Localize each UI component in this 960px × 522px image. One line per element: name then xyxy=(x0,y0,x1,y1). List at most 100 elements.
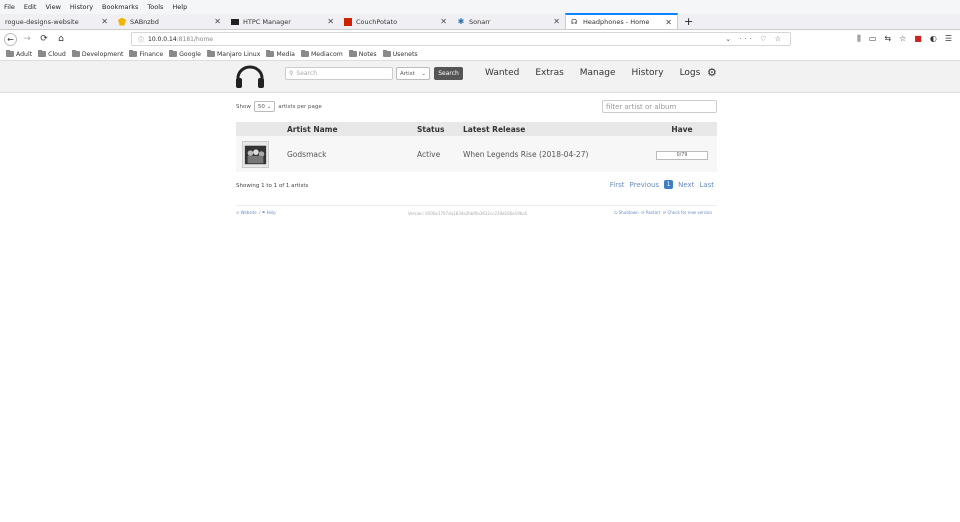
bookmark-folder[interactable]: Usenets xyxy=(382,50,418,58)
browser-tab-active[interactable]: ☊ Headphones - Home ✕ xyxy=(565,13,678,29)
pager-first[interactable]: First xyxy=(610,181,625,189)
sync-icon[interactable]: ⇆ xyxy=(884,34,891,44)
browser-tab[interactable]: CouchPotato ✕ xyxy=(339,14,452,29)
menu-history[interactable]: History xyxy=(70,3,93,11)
pager-previous[interactable]: Previous xyxy=(630,181,660,189)
menu-help[interactable]: Help xyxy=(172,3,187,11)
bookmark-folder[interactable]: Cloud xyxy=(38,50,66,58)
pagination: First Previous 1 Next Last xyxy=(605,180,714,189)
menu-view[interactable]: View xyxy=(45,3,60,11)
headphones-icon: ☊ xyxy=(571,18,578,26)
folder-icon xyxy=(206,50,215,57)
nav-manage[interactable]: Manage xyxy=(580,68,616,78)
restart-link[interactable]: ⟳ Restart xyxy=(640,210,660,215)
have-cell: 0/79 xyxy=(647,136,717,172)
help-link[interactable]: / ⚑ Help xyxy=(258,210,276,215)
home-icon[interactable]: ⌂ xyxy=(54,34,68,44)
bookmark-folder[interactable]: Media xyxy=(266,50,295,58)
bookmark-folder[interactable]: Finance xyxy=(129,50,163,58)
bookmark-folder[interactable]: Development xyxy=(71,50,123,58)
browser-tab[interactable]: rogue-designs-website ✕ xyxy=(0,14,113,29)
reload-icon[interactable]: ⟳ xyxy=(37,34,51,44)
bookmark-folder[interactable]: Adult xyxy=(6,50,32,58)
sidebar-icon[interactable]: ▭ xyxy=(869,34,877,44)
info-icon[interactable]: ⓘ xyxy=(138,35,144,44)
menu-icon[interactable]: ☰ xyxy=(945,34,952,44)
album-art[interactable] xyxy=(242,140,269,168)
check-version-link[interactable]: ⟳ Check for new version xyxy=(662,210,712,215)
show-label: Show xyxy=(236,103,251,110)
new-tab-icon[interactable]: + xyxy=(678,14,699,29)
pager-next[interactable]: Next xyxy=(678,181,694,189)
bookmark-folder[interactable]: Google xyxy=(169,50,201,58)
check-version-label: Check for new version xyxy=(667,210,712,215)
search-button[interactable]: Search xyxy=(434,67,463,80)
latest-release-cell[interactable]: When Legends Rise (2018-04-27) xyxy=(457,136,647,172)
browser-tab[interactable]: ✱ Sonarr ✕ xyxy=(452,14,565,29)
bookmark-label: Media xyxy=(276,50,295,58)
folder-icon xyxy=(6,50,14,57)
footer-actions: ⏻ Shutdown ⟳ Restart ⟳ Check for new ver… xyxy=(614,210,712,215)
search-type-select[interactable]: Artist ⌄ xyxy=(396,67,430,80)
table-header-row: Artist Name Status Latest Release Have xyxy=(236,122,717,136)
nav-extras[interactable]: Extras xyxy=(535,68,563,78)
search-input[interactable]: ⚲ Search xyxy=(285,67,393,80)
shutdown-link[interactable]: ⏻ Shutdown xyxy=(614,210,638,215)
url-bar[interactable]: ⓘ 10.0.0.14 :8181/home ⌄ ··· ♡ ☆ xyxy=(131,32,791,46)
folder-icon xyxy=(71,50,80,57)
settings-gear-icon[interactable]: ⚙ xyxy=(707,66,717,79)
library-icon[interactable]: ⫼ xyxy=(857,34,861,44)
folder-icon xyxy=(266,50,275,57)
browser-tab[interactable]: SABnzbd ✕ xyxy=(113,14,226,29)
website-link[interactable]: ⊙ Website xyxy=(236,210,257,215)
filter-input[interactable]: filter artist or album xyxy=(602,100,717,113)
menu-bookmarks[interactable]: Bookmarks xyxy=(102,3,138,11)
folder-icon xyxy=(38,50,47,57)
extension-icon[interactable]: ■ xyxy=(914,34,922,44)
page-size-value: 50 xyxy=(257,103,265,110)
mask-icon[interactable]: ◐ xyxy=(930,34,937,44)
app-header: ⚲ Search Artist ⌄ Search Wanted Extras M… xyxy=(0,61,960,93)
menu-file[interactable]: File xyxy=(4,3,15,11)
search-placeholder: Search xyxy=(296,70,318,77)
url-host: 10.0.0.14 xyxy=(148,35,177,43)
browser-tab[interactable]: HTPC Manager ✕ xyxy=(226,14,339,29)
bookmark-folder[interactable]: Manjaro Linux xyxy=(206,50,260,58)
column-header-artist[interactable]: Artist Name xyxy=(281,122,411,136)
nav-bar: ← → ⟳ ⌂ ⓘ 10.0.0.14 :8181/home ⌄ ··· ♡ ☆… xyxy=(0,30,960,48)
menu-tools[interactable]: Tools xyxy=(147,3,163,11)
close-icon[interactable]: ✕ xyxy=(440,17,447,26)
have-progress-bar: 0/79 xyxy=(656,150,708,160)
nav-history[interactable]: History xyxy=(632,68,664,78)
close-icon[interactable]: ✕ xyxy=(327,17,334,26)
pager-current-page[interactable]: 1 xyxy=(664,180,674,189)
table-row[interactable]: Godsmack Active When Legends Rise (2018-… xyxy=(236,136,717,172)
column-header-status[interactable]: Status xyxy=(411,122,457,136)
forward-icon[interactable]: → xyxy=(20,34,34,44)
page-size-select[interactable]: 50 ⌄ xyxy=(253,101,276,112)
menu-edit[interactable]: Edit xyxy=(24,3,37,11)
close-icon[interactable]: ✕ xyxy=(665,18,672,27)
bookmark-label: Usenets xyxy=(392,50,418,58)
nav-logs[interactable]: Logs xyxy=(680,68,701,78)
search-icon: ⚲ xyxy=(289,70,294,77)
back-icon[interactable]: ← xyxy=(4,32,17,46)
close-icon[interactable]: ✕ xyxy=(214,17,221,26)
page-actions-icon[interactable]: ⌄ ··· ♡ ☆ xyxy=(725,35,784,43)
close-icon[interactable]: ✕ xyxy=(553,17,560,26)
headphones-logo-icon[interactable] xyxy=(234,65,266,89)
nav-wanted[interactable]: Wanted xyxy=(485,68,519,78)
pager-last[interactable]: Last xyxy=(699,181,714,189)
star-icon[interactable]: ☆ xyxy=(899,34,906,44)
column-header-latest[interactable]: Latest Release xyxy=(457,122,647,136)
column-header-art xyxy=(236,122,281,136)
bookmark-folder[interactable]: Mediacom xyxy=(300,50,343,58)
close-icon[interactable]: ✕ xyxy=(101,17,108,26)
folder-icon xyxy=(169,50,178,57)
bookmark-folder[interactable]: Notes xyxy=(348,50,377,58)
page-size-control: Show 50 ⌄ artists per page xyxy=(236,101,322,112)
column-header-have[interactable]: Have xyxy=(647,122,717,136)
artist-name-cell[interactable]: Godsmack xyxy=(281,136,411,172)
showing-info: Showing 1 to 1 of 1 artists xyxy=(236,183,309,189)
folder-icon xyxy=(348,50,357,57)
